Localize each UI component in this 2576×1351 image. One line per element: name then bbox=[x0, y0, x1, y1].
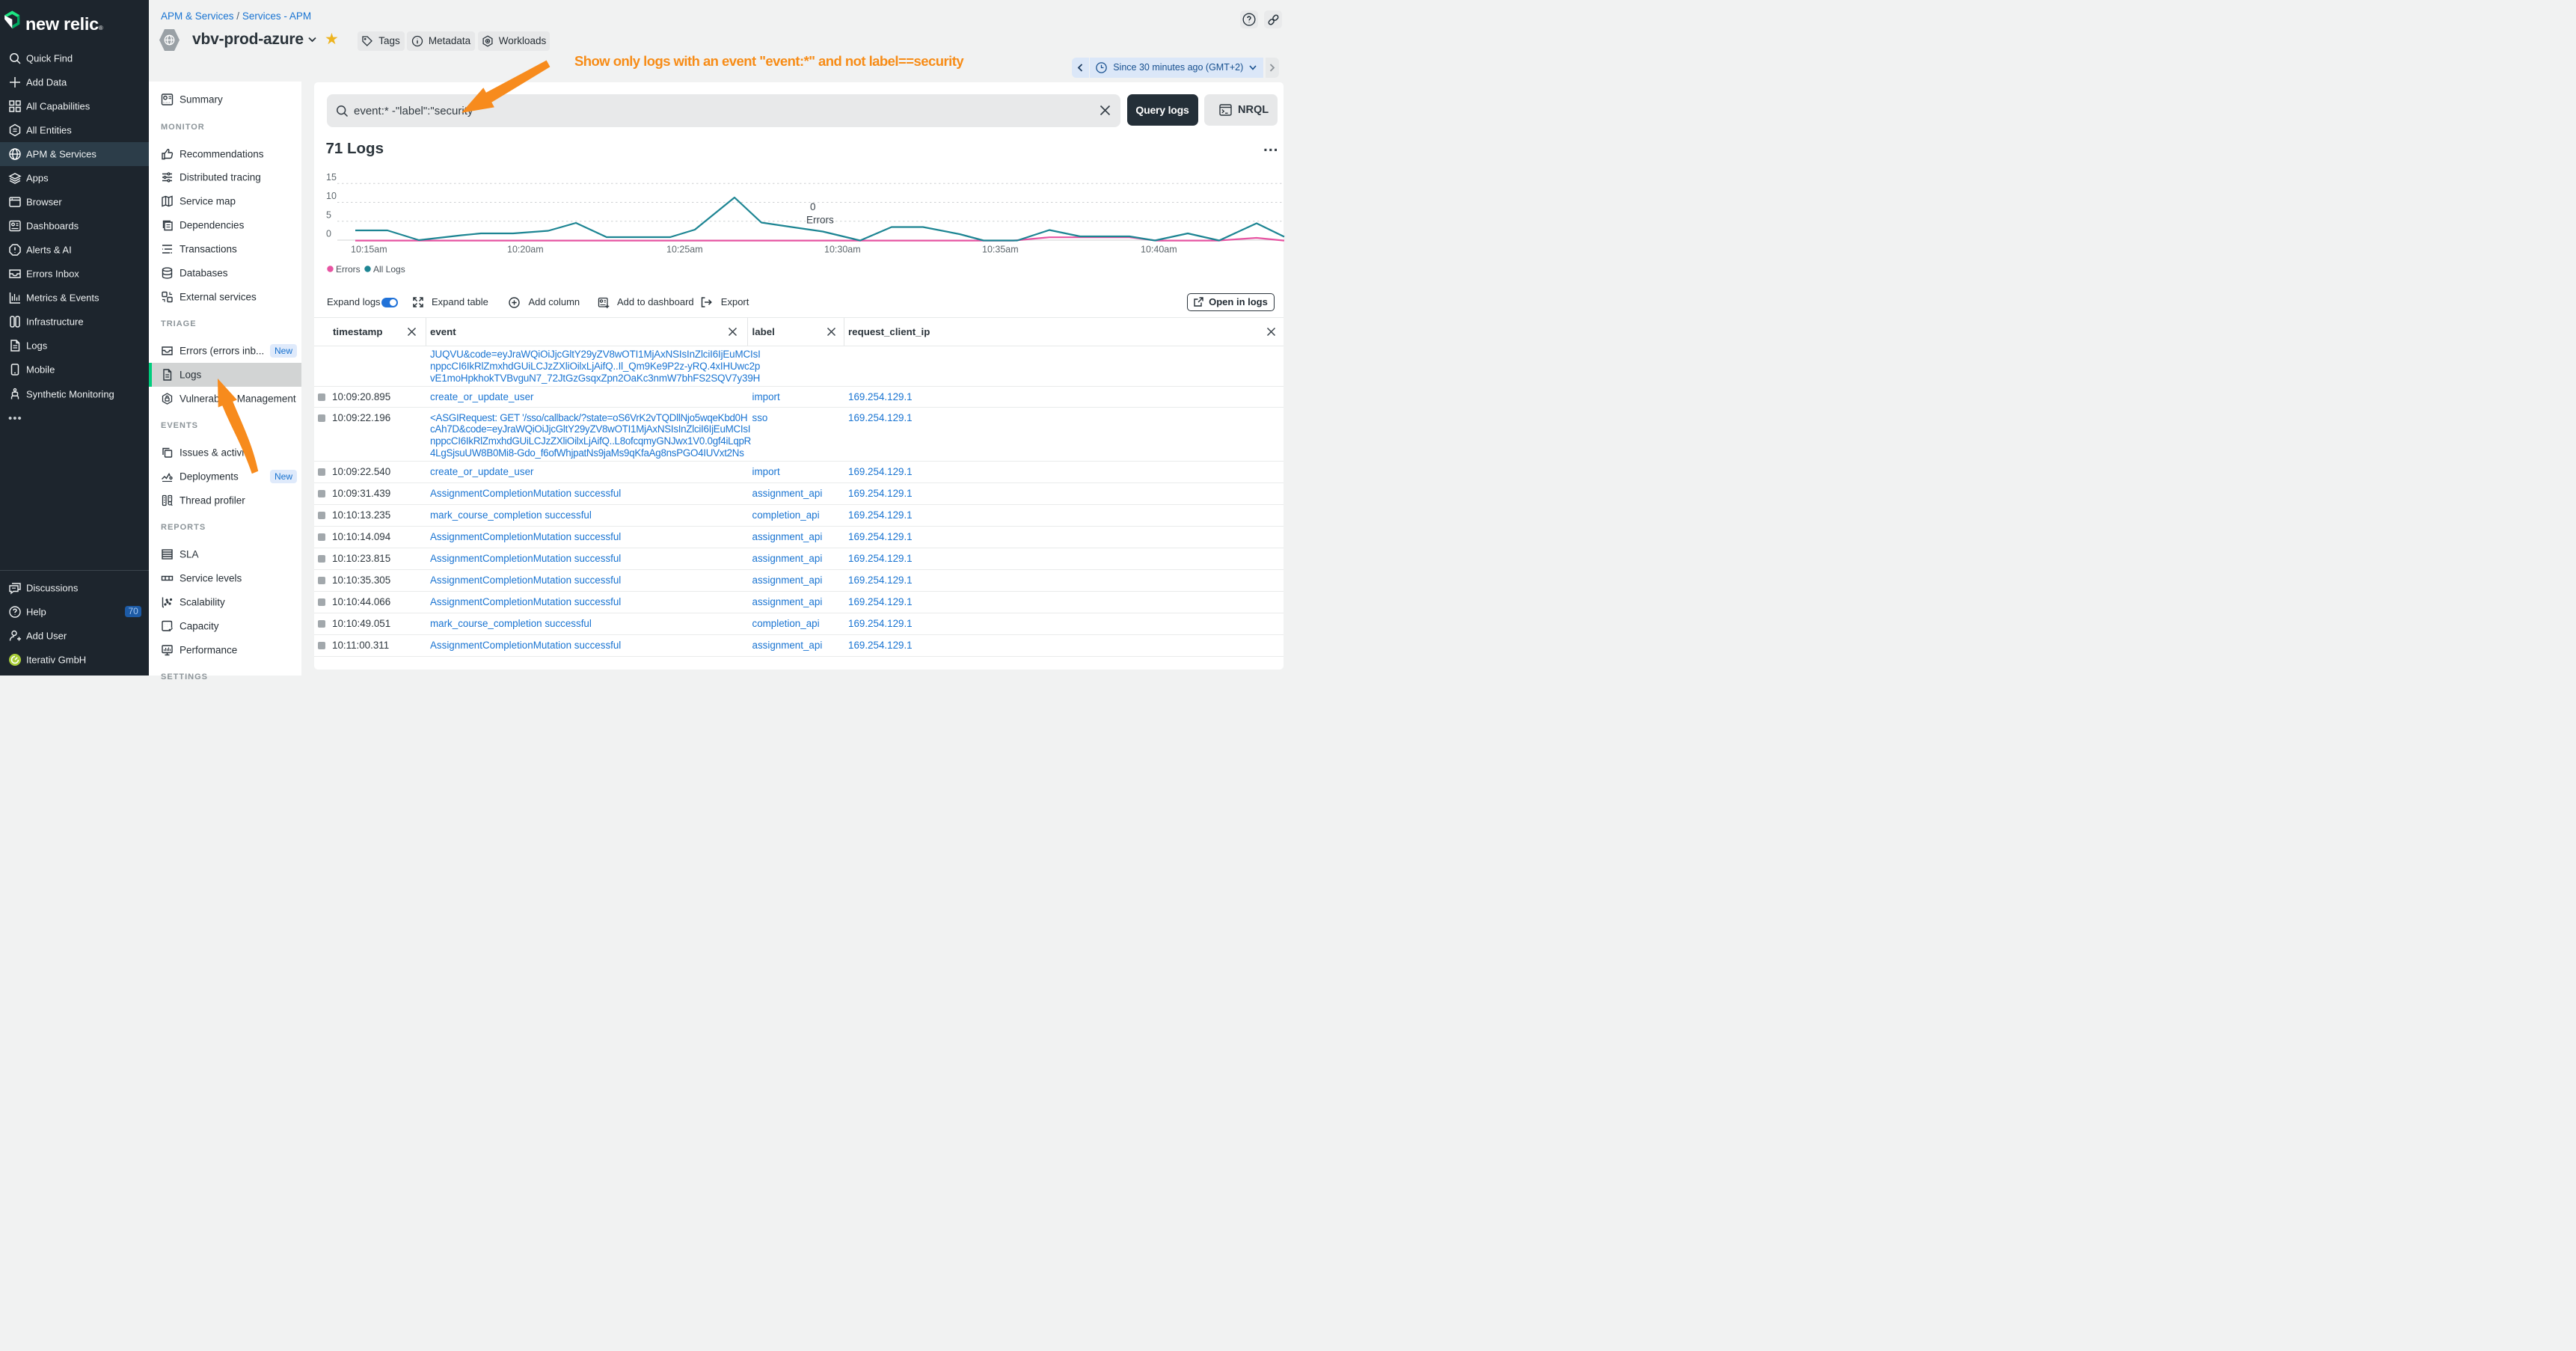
svg-text:5: 5 bbox=[326, 210, 331, 221]
svg-text:10:30am: 10:30am bbox=[824, 245, 861, 255]
svg-text:Errors: Errors bbox=[806, 215, 834, 226]
svg-text:10:35am: 10:35am bbox=[982, 245, 1019, 255]
svg-text:10:40am: 10:40am bbox=[1141, 245, 1177, 255]
svg-text:Errors: Errors bbox=[336, 264, 361, 275]
svg-text:All Logs: All Logs bbox=[373, 264, 405, 275]
svg-text:0: 0 bbox=[810, 201, 816, 212]
svg-text:10: 10 bbox=[326, 191, 337, 201]
svg-text:0: 0 bbox=[326, 229, 331, 239]
svg-text:10:15am: 10:15am bbox=[351, 245, 387, 255]
svg-text:15: 15 bbox=[326, 172, 337, 183]
svg-text:10:20am: 10:20am bbox=[507, 245, 544, 255]
svg-text:10:25am: 10:25am bbox=[666, 245, 703, 255]
